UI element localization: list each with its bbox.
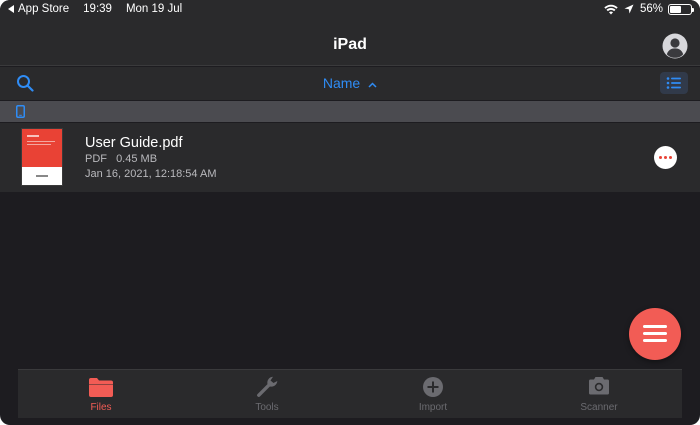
more-dot-icon: [669, 156, 672, 159]
list-view-icon: [666, 77, 681, 89]
tab-tools-label: Tools: [255, 402, 279, 413]
folder-icon: [89, 378, 113, 397]
battery-fill: [670, 5, 681, 13]
camera-icon: [589, 377, 609, 395]
more-options-button[interactable]: [654, 146, 677, 169]
file-size: 0.45 MB: [116, 153, 158, 165]
battery-percent: 56%: [639, 3, 663, 15]
tab-import[interactable]: Import: [350, 370, 516, 419]
tab-scanner[interactable]: Scanner: [516, 370, 682, 419]
status-right: 56%: [604, 3, 694, 15]
status-bar: App Store 19:39 Mon 19 Jul 56%: [0, 0, 700, 20]
tab-files-label: Files: [90, 402, 112, 413]
tab-scanner-label: Scanner: [580, 402, 618, 413]
more-dot-icon: [659, 156, 662, 159]
thumbnail-line: [27, 141, 55, 142]
thumbnail-line: [27, 135, 39, 137]
status-date: Mon 19 Jul: [125, 3, 183, 15]
tab-import-label: Import: [418, 402, 448, 413]
list-view-button[interactable]: [660, 72, 688, 94]
file-meta: PDF 0.45 MB: [85, 153, 157, 165]
thumbnail-line: [27, 144, 51, 145]
back-app-label[interactable]: App Store: [18, 3, 69, 15]
wrench-icon: [257, 376, 278, 397]
wifi-icon: [604, 4, 618, 14]
hamburger-icon: [643, 332, 667, 335]
status-left: App Store 19:39 Mon 19 Jul: [8, 3, 196, 15]
ipad-device-icon: [16, 105, 25, 118]
file-name: User Guide.pdf: [85, 135, 183, 151]
plus-circle-icon: [423, 377, 443, 397]
page-title: iPad: [333, 36, 367, 53]
sort-label: Name: [322, 75, 361, 91]
thumbnail-line: [36, 175, 48, 177]
pdf-thumbnail: [22, 129, 62, 185]
sort-by-name-button[interactable]: Name: [0, 75, 700, 91]
hamburger-icon: [643, 339, 667, 342]
file-list-item[interactable]: User Guide.pdf PDF 0.45 MB Jan 16, 2021,…: [0, 123, 700, 192]
tab-tools[interactable]: Tools: [184, 370, 350, 419]
location-arrow-icon: [624, 4, 634, 14]
navigation-bar: iPad: [0, 20, 700, 66]
hamburger-icon: [643, 325, 667, 328]
chevron-up-icon: [368, 82, 377, 88]
fab-menu-button[interactable]: [629, 308, 681, 360]
section-header-ipad: [0, 101, 700, 122]
battery-icon: [668, 3, 694, 15]
toolbar: Name: [0, 67, 700, 100]
back-arrow-icon[interactable]: [8, 5, 14, 13]
tab-files[interactable]: Files: [18, 370, 184, 419]
ipad-screen: App Store 19:39 Mon 19 Jul 56% iPad Name…: [0, 0, 700, 425]
account-icon[interactable]: [662, 33, 688, 59]
file-date: Jan 16, 2021, 12:18:54 AM: [85, 168, 217, 180]
status-time: 19:39: [83, 3, 112, 15]
file-type: PDF: [85, 153, 107, 165]
tab-bar: Files Tools Import Scanner: [18, 369, 682, 418]
more-dot-icon: [664, 156, 667, 159]
